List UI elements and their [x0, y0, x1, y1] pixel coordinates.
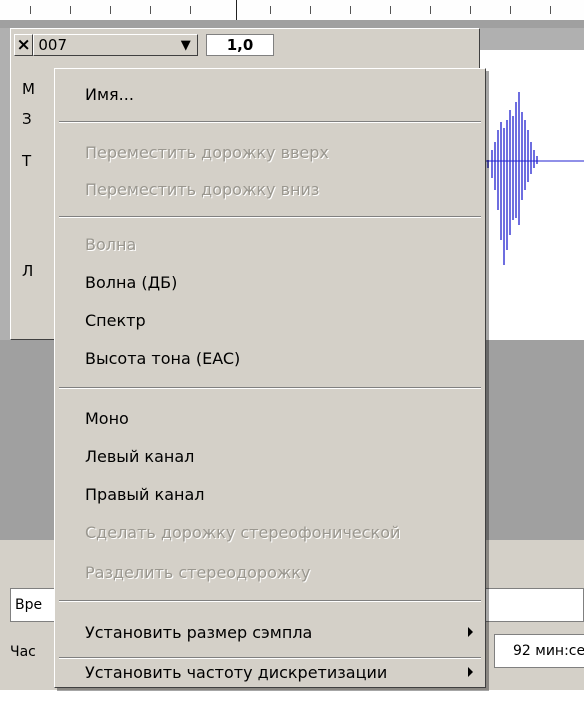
menu-item-waveform-db[interactable]: Волна (ДБ): [55, 267, 485, 297]
menu-item-label: Волна (ДБ): [85, 272, 178, 292]
status-strip: [0, 690, 584, 713]
menu-item-pitch[interactable]: Высота тона (EAC): [55, 343, 485, 373]
menu-item-label: Волна: [85, 234, 137, 254]
ruler-tick: [310, 6, 311, 14]
ruler-tick: [70, 6, 71, 14]
menu-item-label: Имя...: [85, 84, 134, 104]
ruler-tick: [110, 6, 111, 14]
menu-item-mono[interactable]: Моно: [55, 403, 485, 433]
menu-item-label: Моно: [85, 408, 129, 428]
track-panel-label: Л: [22, 262, 34, 280]
close-track-button[interactable]: ×: [14, 34, 34, 56]
ruler-tick: [270, 6, 271, 14]
ruler-tick: [430, 6, 431, 14]
menu-item-move-track-up: Переместить дорожку вверх: [55, 137, 485, 167]
ruler-tick: [470, 6, 471, 14]
waveform-graphic: [480, 92, 584, 265]
menu-item-label: Левый канал: [85, 446, 195, 466]
menu-item-label: Переместить дорожку вниз: [85, 179, 320, 199]
menu-item-left-channel[interactable]: Левый канал: [55, 441, 485, 471]
menu-item-label: Разделить стереодорожку: [85, 562, 311, 582]
menu-separator: [59, 387, 481, 389]
scale-value: 1,0: [226, 36, 254, 54]
dropdown-arrow-icon: ▼: [180, 37, 191, 53]
track-name-dropdown[interactable]: 007 ▼: [33, 34, 198, 56]
menu-item-right-channel[interactable]: Правый канал: [55, 479, 485, 509]
track-panel-label: Т: [22, 152, 32, 170]
timeline-ruler[interactable]: [0, 0, 584, 36]
menu-item-label: Сделать дорожку стереофонической: [85, 522, 401, 542]
menu-item-label: Спектр: [85, 310, 146, 330]
ruler-tick: [30, 6, 31, 14]
menu-item-label: Установить частоту дискретизации: [85, 662, 388, 682]
menu-item-move-track-down: Переместить дорожку вниз: [55, 174, 485, 204]
menu-item-spectrum[interactable]: Спектр: [55, 305, 485, 335]
track-context-menu: Имя... Переместить дорожку вверх Перемес…: [54, 68, 486, 688]
time-label: Вре: [15, 597, 43, 613]
menu-item-label: Высота тона (EAC): [85, 348, 241, 368]
rate-label: Час: [10, 644, 36, 660]
menu-separator: [59, 216, 481, 218]
menu-separator: [59, 600, 481, 602]
menu-item-waveform: Волна: [55, 229, 485, 259]
menu-item-split-stereo: Разделить стереодорожку: [55, 557, 485, 587]
menu-item-label: Установить размер сэмпла: [85, 622, 313, 642]
waveform-display[interactable]: [480, 50, 584, 340]
menu-item-set-sample-format[interactable]: Установить размер сэмпла: [55, 617, 485, 647]
ruler-tick: [550, 6, 551, 14]
menu-item-label: Переместить дорожку вверх: [85, 142, 329, 162]
submenu-arrow-icon: [468, 627, 473, 637]
time-format-value: 92 мин:сек: [513, 643, 584, 659]
ruler-tick: [390, 6, 391, 14]
scale-value-field[interactable]: 1,0: [205, 34, 274, 56]
ruler-tick: [190, 6, 191, 14]
time-format-field[interactable]: 92 мин:сек: [494, 634, 584, 668]
menu-item-make-stereo: Сделать дорожку стереофонической: [55, 517, 485, 547]
ruler-tick: [510, 6, 511, 14]
ruler-tick: [150, 6, 151, 14]
track-panel-label: З: [22, 110, 32, 128]
ruler-tick: [350, 6, 351, 14]
track-panel-label: М: [22, 80, 35, 98]
menu-separator: [59, 121, 481, 123]
close-icon: ×: [16, 35, 31, 55]
menu-item-set-sample-rate[interactable]: Установить частоту дискретизации: [55, 657, 485, 687]
track-header: × 007 ▼ 1,0: [14, 32, 274, 58]
submenu-arrow-icon: [468, 667, 473, 677]
track-name: 007: [38, 36, 67, 54]
menu-item-label: Правый канал: [85, 484, 205, 504]
menu-item-name[interactable]: Имя...: [55, 79, 485, 109]
